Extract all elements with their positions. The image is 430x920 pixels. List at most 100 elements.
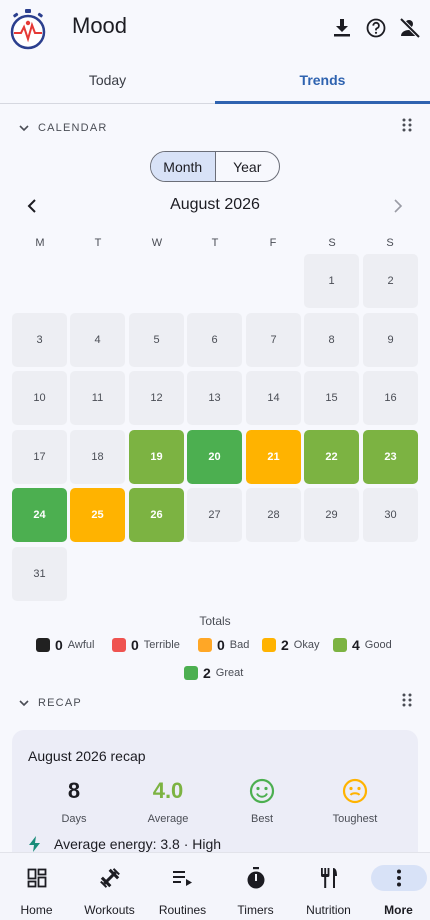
legend-label: Great <box>215 667 244 679</box>
calendar-day[interactable]: 31 <box>12 547 67 601</box>
calendar-day[interactable]: 25 <box>70 488 125 542</box>
fork-knife-icon <box>301 865 357 891</box>
nav-timers[interactable]: Timers <box>219 853 292 920</box>
month-toggle-button[interactable]: Month <box>151 152 216 181</box>
nav-routines[interactable]: Routines <box>146 853 219 920</box>
period-toggle: Month Year <box>150 151 280 182</box>
legend-label: Awful <box>67 639 95 651</box>
chevron-right-icon <box>394 199 403 213</box>
legend-label: Bad <box>229 639 250 651</box>
legend-item-awful: 0 Awful <box>36 637 95 653</box>
recap-section-label: RECAP <box>38 697 82 709</box>
calendar-day[interactable]: 29 <box>304 488 359 542</box>
tab-today[interactable]: Today <box>0 56 215 103</box>
nav-nutrition[interactable]: Nutrition <box>292 853 365 920</box>
stat-value: 4.0 <box>152 778 184 803</box>
month-label: August 2026 <box>170 196 260 213</box>
stat-label: Average <box>147 813 189 825</box>
calendar-day[interactable]: 19 <box>129 430 184 484</box>
stat-days: 8 Days <box>34 776 114 825</box>
legend-swatch <box>36 638 50 652</box>
calendar-day[interactable]: 1 <box>304 254 359 308</box>
calendar-day[interactable]: 12 <box>129 371 184 425</box>
calendar-day[interactable]: 24 <box>12 488 67 542</box>
legend-item-okay: 2 Okay <box>262 637 319 653</box>
calendar-day[interactable]: 9 <box>363 313 418 367</box>
calendar-day[interactable]: 13 <box>187 371 242 425</box>
legend-swatch <box>198 638 212 652</box>
legend-count: 0 <box>217 637 225 653</box>
totals-title: Totals <box>199 614 231 628</box>
recap-section-header[interactable]: RECAP <box>18 697 82 709</box>
chevron-down-icon <box>19 125 29 132</box>
weekday-label: S <box>328 237 336 249</box>
stat-best: Best <box>222 776 302 825</box>
recap-card: August 2026 recap 8 Days 4.0 Average Bes… <box>12 730 418 870</box>
calendar-day[interactable]: 21 <box>246 430 301 484</box>
chevron-down-icon <box>19 700 29 707</box>
nav-home[interactable]: Home <box>0 853 73 920</box>
calendar-day[interactable]: 4 <box>70 313 125 367</box>
stat-label: Best <box>250 813 273 825</box>
more-vert-icon <box>370 865 427 891</box>
calendar-day[interactable]: 26 <box>129 488 184 542</box>
calendar-day[interactable]: 10 <box>12 371 67 425</box>
next-month-button[interactable] <box>388 196 408 216</box>
energy-row: Average energy: 3.8 · High <box>28 836 221 852</box>
energy-text: Average energy: 3.8 · High <box>54 836 222 852</box>
page-title: Mood <box>72 13 128 38</box>
legend-item-great: 2 Great <box>184 665 243 681</box>
playlist-play-icon <box>155 865 211 891</box>
weekday-label: T <box>94 237 102 249</box>
timer-icon <box>228 865 284 891</box>
help-icon[interactable] <box>364 16 388 40</box>
legend-count: 4 <box>352 637 360 653</box>
legend-item-terrible: 0 Terrible <box>112 637 180 653</box>
stat-label: Days <box>61 813 87 825</box>
calendar-day[interactable]: 17 <box>12 430 67 484</box>
legend-swatch <box>333 638 347 652</box>
legend-label: Good <box>364 639 392 651</box>
nav-label: Routines <box>158 903 207 917</box>
calendar-day[interactable]: 20 <box>187 430 242 484</box>
calendar-day[interactable]: 27 <box>187 488 242 542</box>
download-icon[interactable] <box>330 16 354 40</box>
nav-label: Timers <box>237 903 274 917</box>
nav-workouts[interactable]: Workouts <box>73 853 146 920</box>
nav-label: Nutrition <box>306 903 351 917</box>
bottom-navigation: Home Workouts Routines Timers Nutrition … <box>0 852 430 920</box>
neutral-face-icon <box>315 776 395 806</box>
nav-more[interactable]: More <box>362 853 430 920</box>
month-navigator: August 2026 <box>0 192 430 220</box>
stat-value: 8 <box>67 778 81 803</box>
calendar-day[interactable]: 22 <box>304 430 359 484</box>
drag-handle-icon[interactable] <box>402 118 412 132</box>
calendar-day[interactable]: 15 <box>304 371 359 425</box>
calendar-day[interactable]: 2 <box>363 254 418 308</box>
calendar-section-header[interactable]: CALENDAR <box>18 122 108 134</box>
tab-trends[interactable]: Trends <box>215 56 430 104</box>
calendar-day[interactable]: 8 <box>304 313 359 367</box>
year-toggle-button[interactable]: Year <box>216 152 280 181</box>
calendar-day[interactable]: 7 <box>246 313 301 367</box>
calendar-day[interactable]: 23 <box>363 430 418 484</box>
weekday-label: S <box>386 237 394 249</box>
app-logo-stopwatch-icon <box>10 9 46 50</box>
calendar-day[interactable]: 16 <box>363 371 418 425</box>
calendar-day[interactable]: 5 <box>129 313 184 367</box>
calendar-day[interactable]: 30 <box>363 488 418 542</box>
stat-label: Toughest <box>332 813 378 825</box>
nav-label: Workouts <box>84 903 135 917</box>
bolt-icon <box>29 836 40 852</box>
calendar-day[interactable]: 18 <box>70 430 125 484</box>
account-off-icon[interactable] <box>398 16 422 40</box>
legend-item-good: 4 Good <box>333 637 392 653</box>
legend-swatch <box>112 638 126 652</box>
calendar-day[interactable]: 3 <box>12 313 67 367</box>
calendar-day[interactable]: 11 <box>70 371 125 425</box>
drag-handle-icon[interactable] <box>402 693 412 707</box>
calendar-day[interactable]: 28 <box>246 488 301 542</box>
legend-count: 0 <box>55 637 63 653</box>
calendar-day[interactable]: 14 <box>246 371 301 425</box>
calendar-day[interactable]: 6 <box>187 313 242 367</box>
